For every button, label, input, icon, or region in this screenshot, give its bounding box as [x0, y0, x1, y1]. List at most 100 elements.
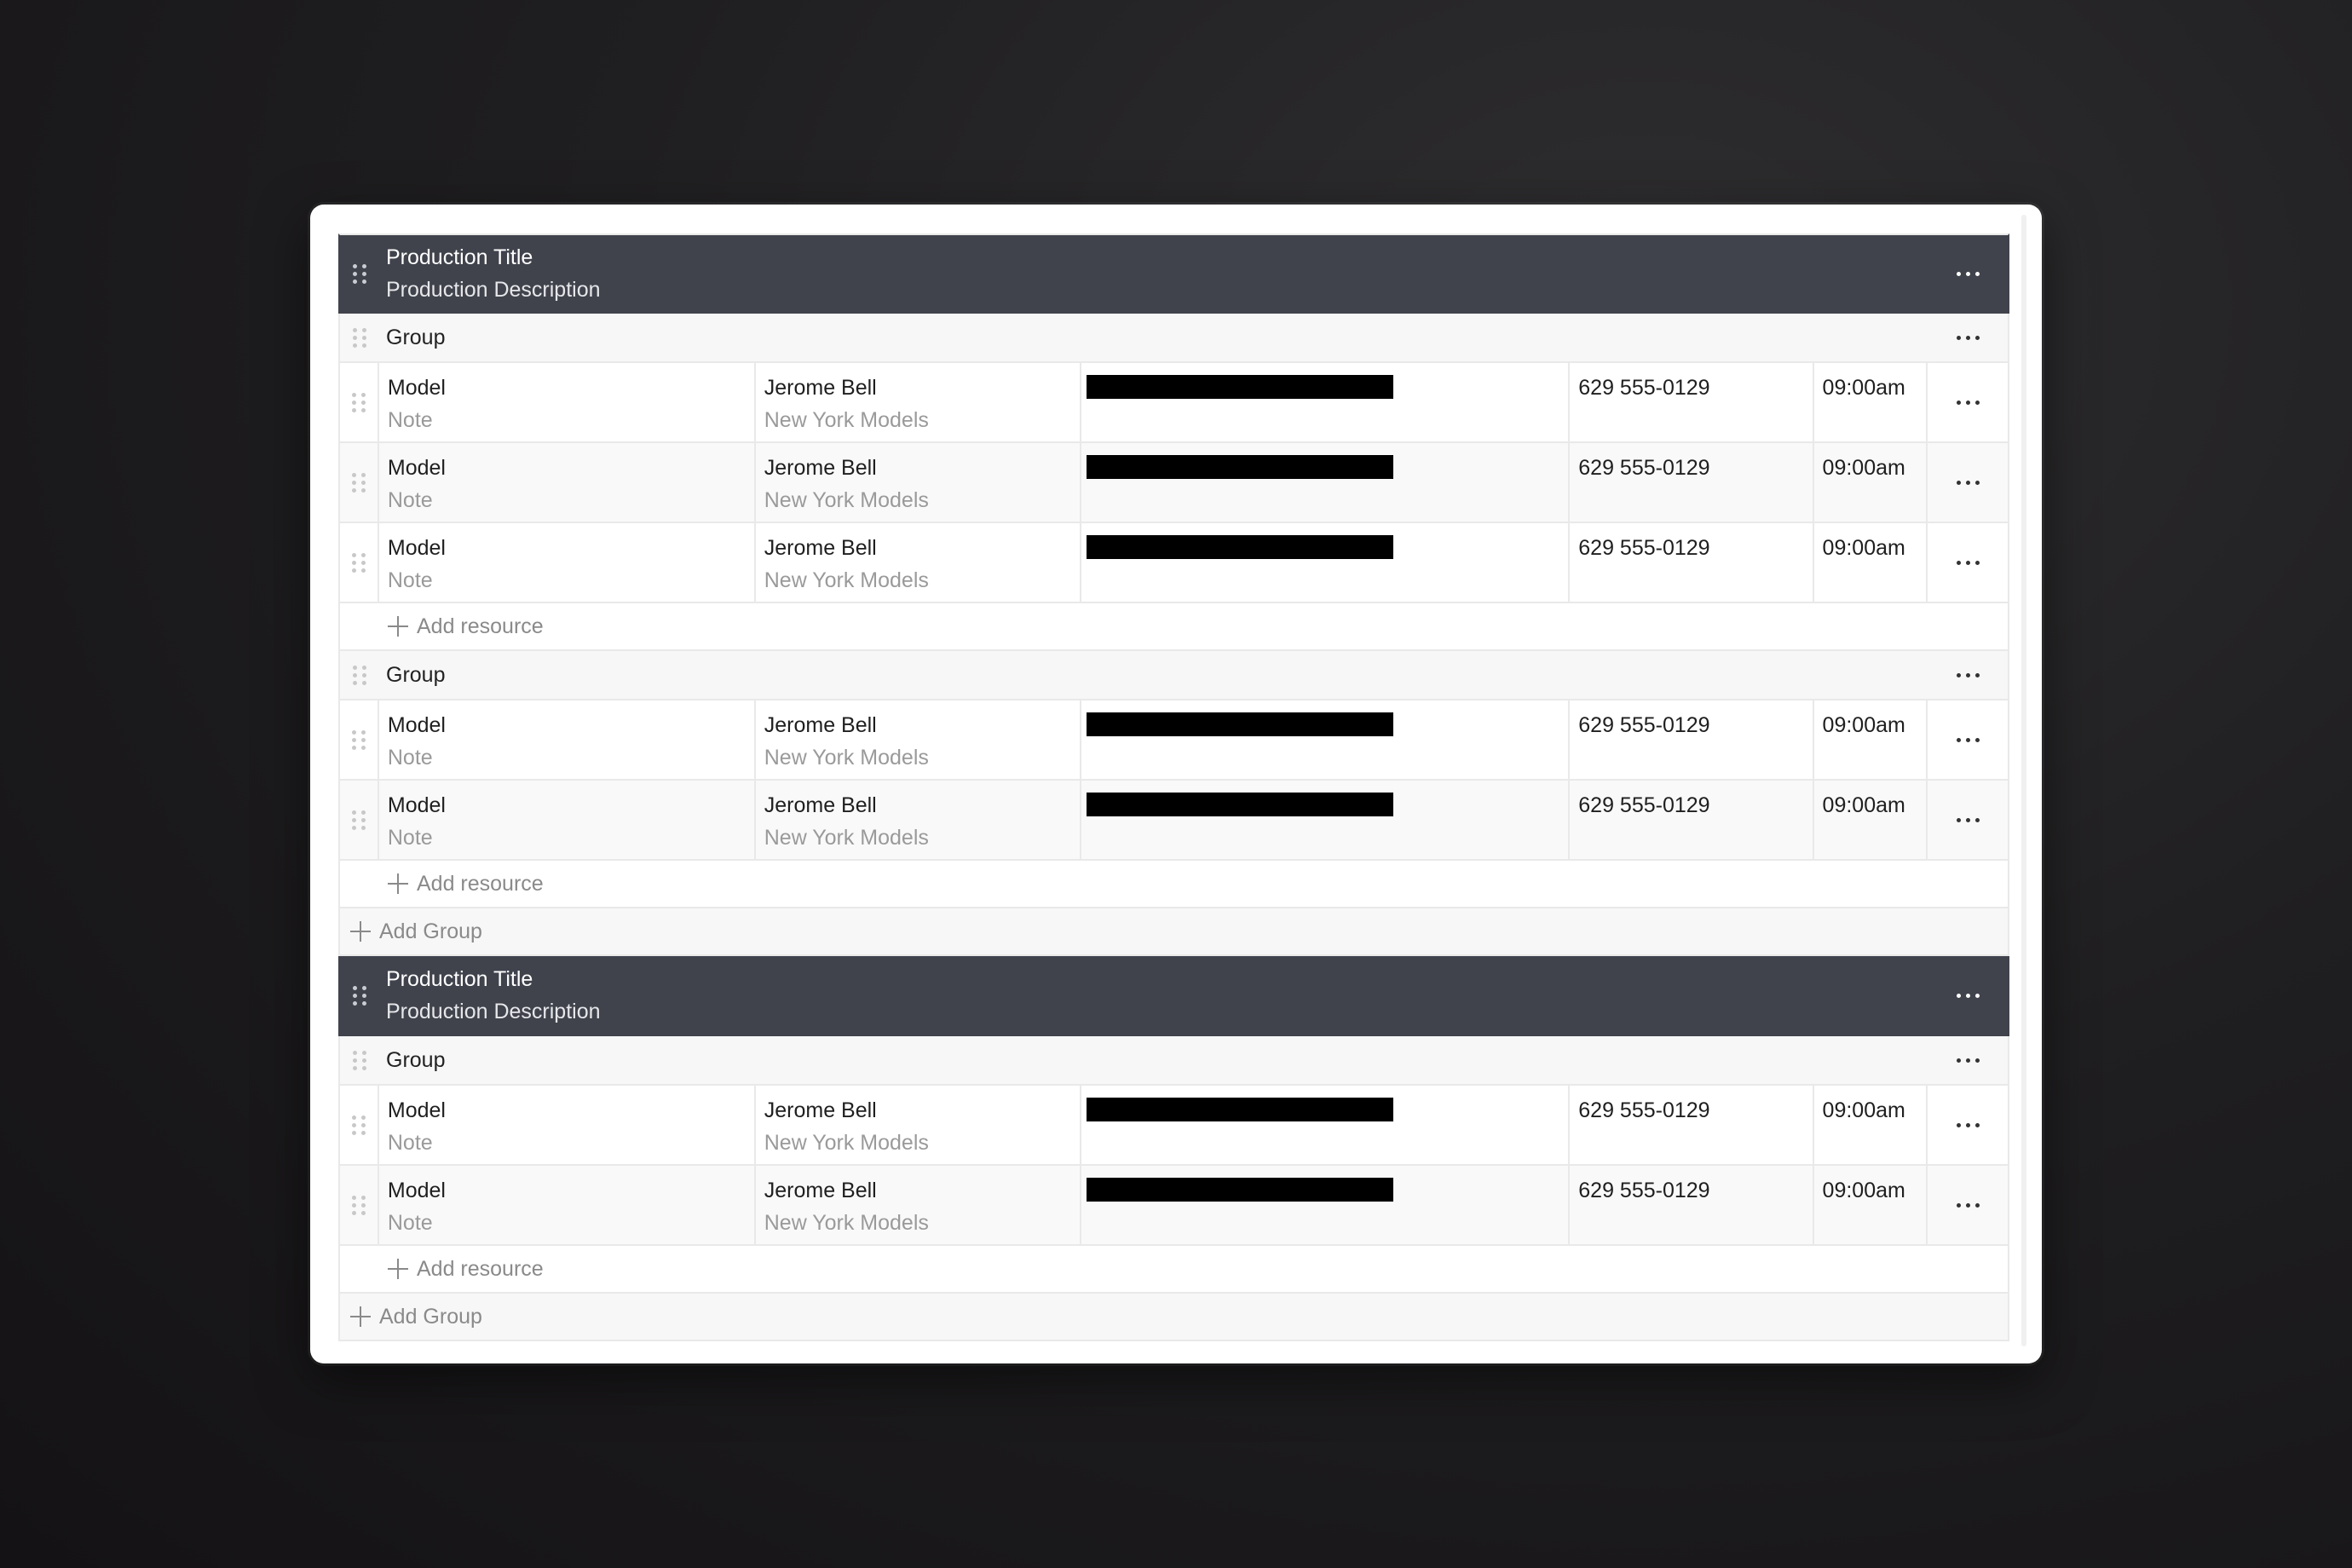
- drag-handle[interactable]: [340, 781, 379, 859]
- resource-more-button[interactable]: [1928, 363, 2008, 441]
- person-cell[interactable]: Jerome Bell New York Models: [756, 1086, 1081, 1164]
- drag-handle[interactable]: [340, 443, 379, 522]
- drag-handle[interactable]: [340, 700, 379, 779]
- resource-row[interactable]: Model Note Jerome Bell New York Models 629 5…: [338, 700, 2009, 781]
- phone-cell[interactable]: 629 555-0129: [1570, 1086, 1814, 1164]
- add-group-button[interactable]: Add Group: [338, 908, 2009, 956]
- drag-handle[interactable]: [340, 523, 379, 602]
- add-resource-button[interactable]: Add resource: [338, 1246, 2009, 1294]
- group-more-button[interactable]: [1928, 1036, 2008, 1084]
- person-name: Jerome Bell: [764, 793, 877, 817]
- resource-more-button[interactable]: [1928, 1166, 2008, 1244]
- role-cell[interactable]: Model Note: [379, 1086, 756, 1164]
- dot: [1974, 737, 1980, 742]
- resource-note: Note: [387, 488, 433, 512]
- person-cell[interactable]: Jerome Bell New York Models: [756, 781, 1081, 859]
- resource-row[interactable]: Model Note Jerome Bell New York Models 629 5…: [338, 1166, 2009, 1246]
- resource-more-button[interactable]: [1928, 700, 2008, 779]
- time-cell[interactable]: 09:00am: [1814, 1166, 1928, 1244]
- group-label[interactable]: Group: [379, 314, 1928, 361]
- role-cell[interactable]: Model Note: [379, 523, 756, 602]
- time-cell[interactable]: 09:00am: [1814, 523, 1928, 602]
- dot: [1956, 1202, 1961, 1208]
- resource-more-button[interactable]: [1928, 1086, 2008, 1164]
- person-cell[interactable]: Jerome Bell New York Models: [756, 363, 1081, 441]
- add-resource-button[interactable]: Add resource: [338, 603, 2009, 651]
- drag-handle-icon: [353, 263, 366, 284]
- drag-handle[interactable]: [340, 1036, 379, 1084]
- person-cell[interactable]: Jerome Bell New York Models: [756, 1166, 1081, 1244]
- group-header: Group: [338, 651, 2009, 700]
- time-cell[interactable]: 09:00am: [1814, 443, 1928, 522]
- role-cell[interactable]: Model Note: [379, 443, 756, 522]
- resource-more-button[interactable]: [1928, 781, 2008, 859]
- drag-handle[interactable]: [340, 956, 379, 1035]
- role-cell[interactable]: Model Note: [379, 700, 756, 779]
- redaction-bar: [1086, 1178, 1393, 1202]
- production-more-button[interactable]: [1928, 235, 2008, 312]
- time-cell[interactable]: 09:00am: [1814, 363, 1928, 441]
- dot: [1965, 560, 1970, 565]
- plus-icon: [388, 616, 408, 637]
- production-header: Production Title Production Description: [338, 956, 2009, 1036]
- drag-handle-icon: [351, 810, 366, 830]
- phone-cell[interactable]: 629 555-0129: [1570, 443, 1814, 522]
- drag-handle-icon: [351, 729, 366, 750]
- group-more-button[interactable]: [1928, 651, 2008, 699]
- group-label[interactable]: Group: [379, 651, 1928, 699]
- person-cell[interactable]: Jerome Bell New York Models: [756, 700, 1081, 779]
- resource-more-button[interactable]: [1928, 443, 2008, 522]
- resource-row[interactable]: Model Note Jerome Bell New York Models 629 5…: [338, 523, 2009, 603]
- drag-handle[interactable]: [340, 363, 379, 441]
- resource-note: Note: [387, 1211, 433, 1235]
- role-cell[interactable]: Model Note: [379, 1166, 756, 1244]
- dot: [1956, 737, 1961, 742]
- dot: [1974, 993, 1980, 998]
- drag-handle[interactable]: [340, 314, 379, 361]
- phone-number: 629 555-0129: [1578, 793, 1710, 817]
- add-group-button[interactable]: Add Group: [338, 1294, 2009, 1341]
- production-more-button[interactable]: [1928, 956, 2008, 1035]
- drag-handle-icon: [353, 327, 366, 348]
- time-cell[interactable]: 09:00am: [1814, 781, 1928, 859]
- time-cell[interactable]: 09:00am: [1814, 700, 1928, 779]
- scrollbar[interactable]: [2021, 215, 2026, 1346]
- dot: [1965, 672, 1970, 677]
- redacted-cell: [1081, 523, 1571, 602]
- dot: [1956, 560, 1961, 565]
- resource-role: Model: [387, 1098, 446, 1122]
- drag-handle[interactable]: [340, 1086, 379, 1164]
- resource-row[interactable]: Model Note Jerome Bell New York Models 629 5…: [338, 781, 2009, 861]
- role-cell[interactable]: Model Note: [379, 781, 756, 859]
- dot: [1965, 1122, 1970, 1127]
- drag-handle[interactable]: [340, 1166, 379, 1244]
- time-cell[interactable]: 09:00am: [1814, 1086, 1928, 1164]
- redacted-cell: [1081, 443, 1571, 522]
- group-label[interactable]: Group: [379, 1036, 1928, 1084]
- phone-cell[interactable]: 629 555-0129: [1570, 523, 1814, 602]
- dot: [1956, 817, 1961, 822]
- group-more-button[interactable]: [1928, 314, 2008, 361]
- dot: [1974, 672, 1980, 677]
- group-header: Group: [338, 1036, 2009, 1086]
- redaction-bar: [1086, 793, 1393, 816]
- person-cell[interactable]: Jerome Bell New York Models: [756, 523, 1081, 602]
- production-title[interactable]: Production Title: [386, 963, 1928, 995]
- drag-handle[interactable]: [340, 651, 379, 699]
- resource-row[interactable]: Model Note Jerome Bell New York Models 629 5…: [338, 1086, 2009, 1166]
- production-description[interactable]: Production Description: [386, 995, 1928, 1028]
- role-cell[interactable]: Model Note: [379, 363, 756, 441]
- drag-handle[interactable]: [340, 235, 379, 312]
- resource-more-button[interactable]: [1928, 523, 2008, 602]
- production-description[interactable]: Production Description: [386, 274, 1928, 306]
- resource-row[interactable]: Model Note Jerome Bell New York Models 629 5…: [338, 363, 2009, 443]
- phone-cell[interactable]: 629 555-0129: [1570, 363, 1814, 441]
- phone-cell[interactable]: 629 555-0129: [1570, 700, 1814, 779]
- add-resource-button[interactable]: Add resource: [338, 861, 2009, 908]
- resource-row[interactable]: Model Note Jerome Bell New York Models 629 5…: [338, 443, 2009, 523]
- person-cell[interactable]: Jerome Bell New York Models: [756, 443, 1081, 522]
- phone-cell[interactable]: 629 555-0129: [1570, 1166, 1814, 1244]
- phone-cell[interactable]: 629 555-0129: [1570, 781, 1814, 859]
- phone-number: 629 555-0129: [1578, 376, 1710, 400]
- production-title[interactable]: Production Title: [386, 241, 1928, 274]
